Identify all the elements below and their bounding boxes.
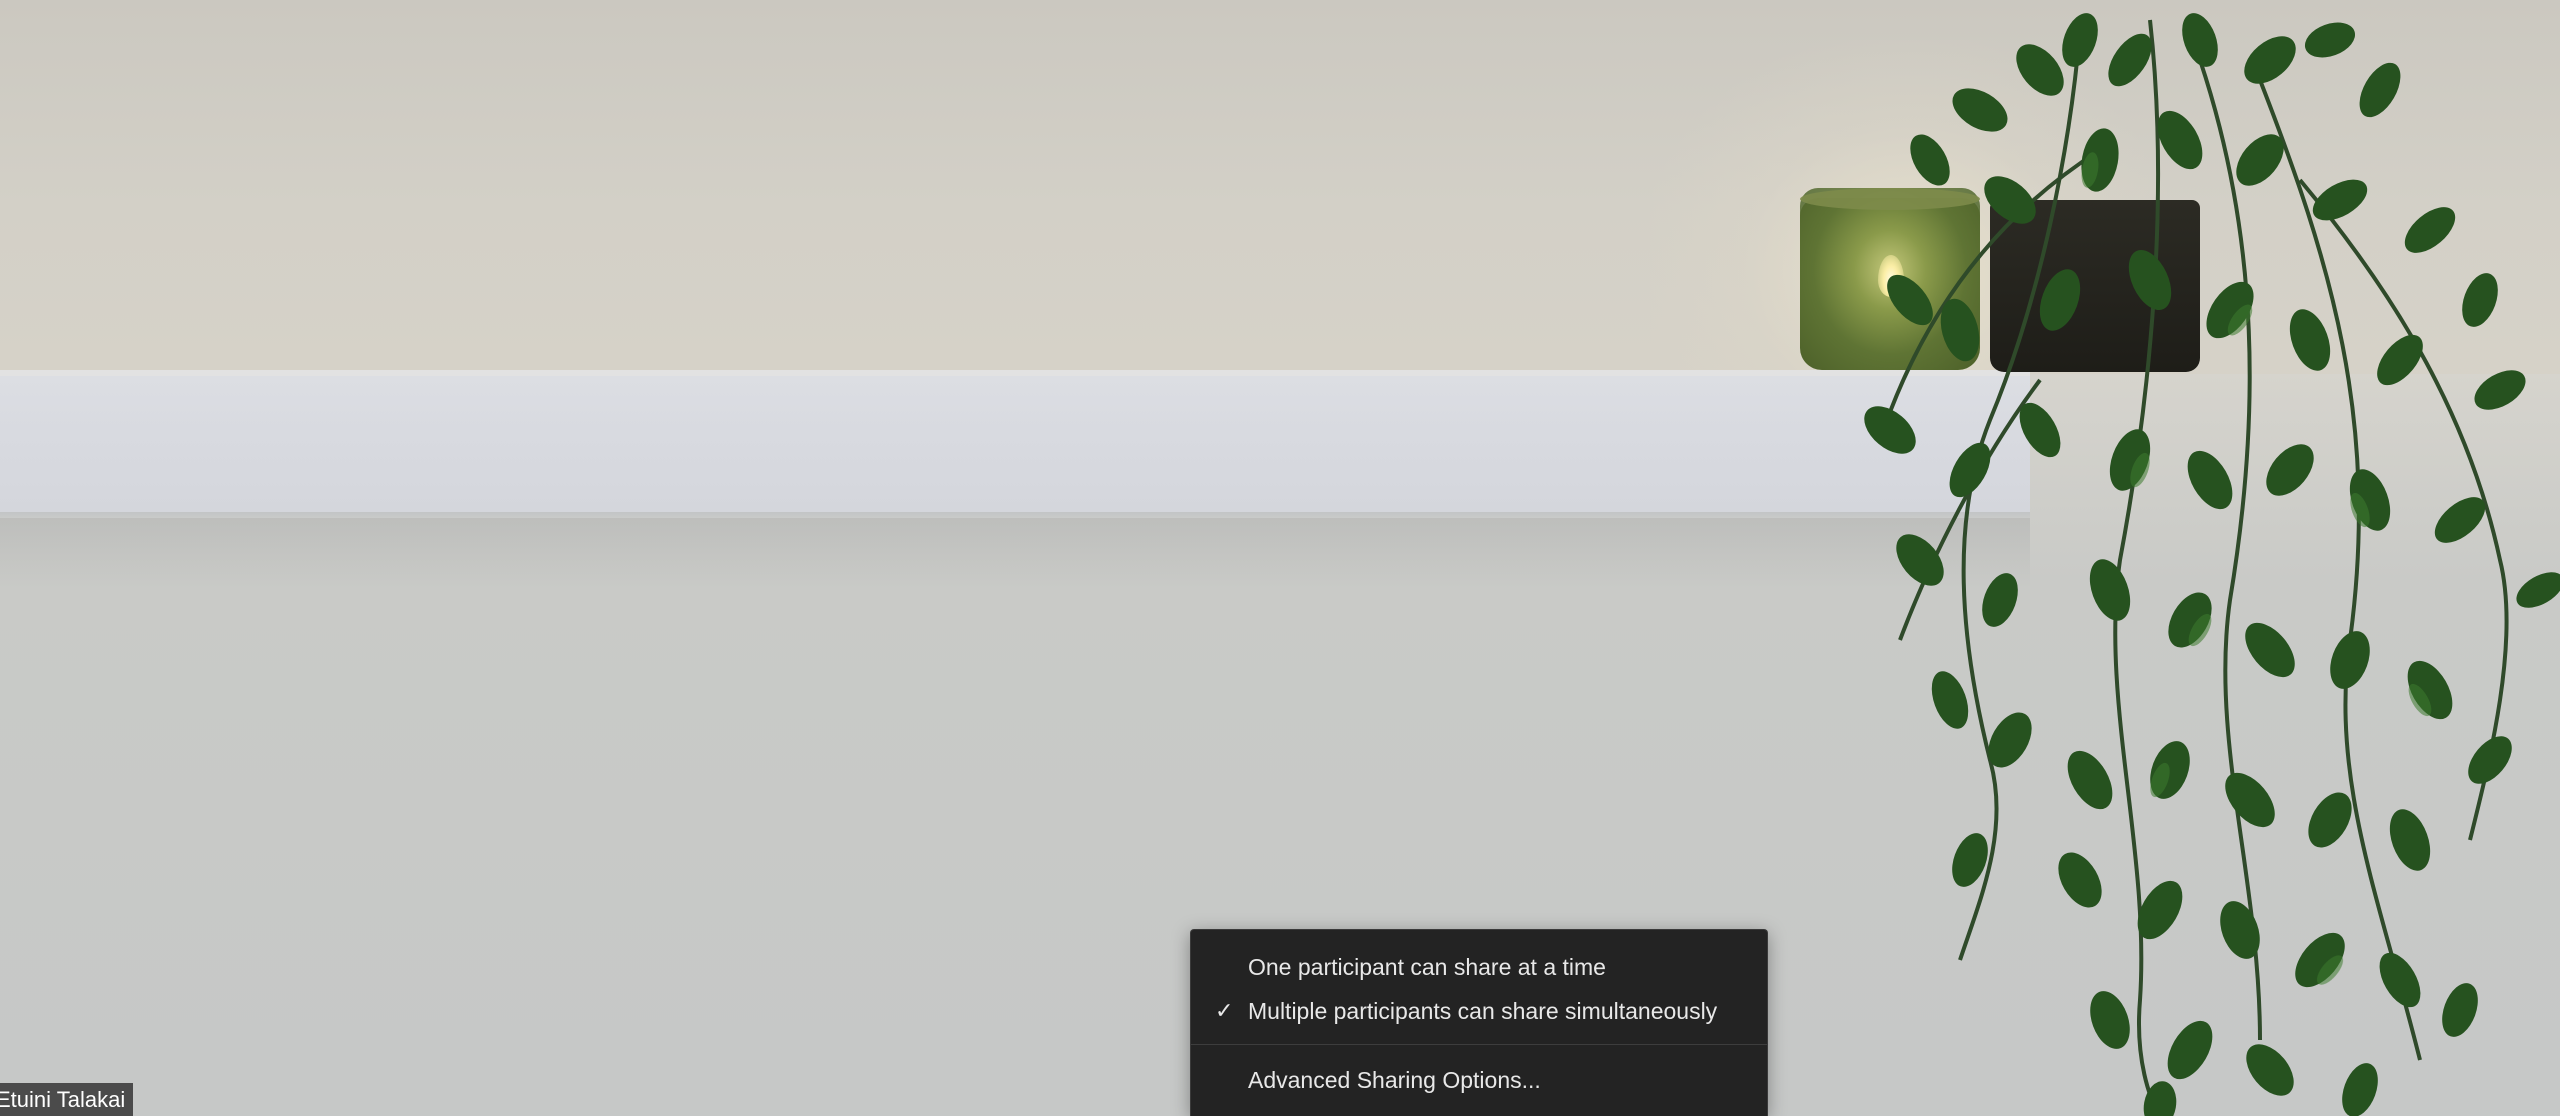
menu-item-one-participant-share[interactable]: One participant can share at a time [1191, 945, 1767, 989]
menu-item-label: Multiple participants can share simultan… [1248, 998, 1718, 1024]
menu-item-label: One participant can share at a time [1248, 954, 1606, 980]
menu-item-label: Advanced Sharing Options... [1248, 1067, 1541, 1093]
menu-item-multiple-participants-share[interactable]: ✓ Multiple participants can share simult… [1191, 989, 1767, 1033]
participant-name: Etuini Talakai [0, 1087, 126, 1112]
menu-divider [1191, 1044, 1767, 1045]
share-options-menu: One participant can share at a time ✓ Mu… [1190, 929, 1768, 1116]
video-background: Etuini Talakai One participant can share… [0, 0, 2560, 1116]
menu-item-advanced-sharing-options[interactable]: Advanced Sharing Options... [1191, 1058, 1767, 1102]
participant-name-tag: Etuini Talakai [0, 1083, 134, 1116]
checkmark-icon: ✓ [1215, 998, 1234, 1023]
